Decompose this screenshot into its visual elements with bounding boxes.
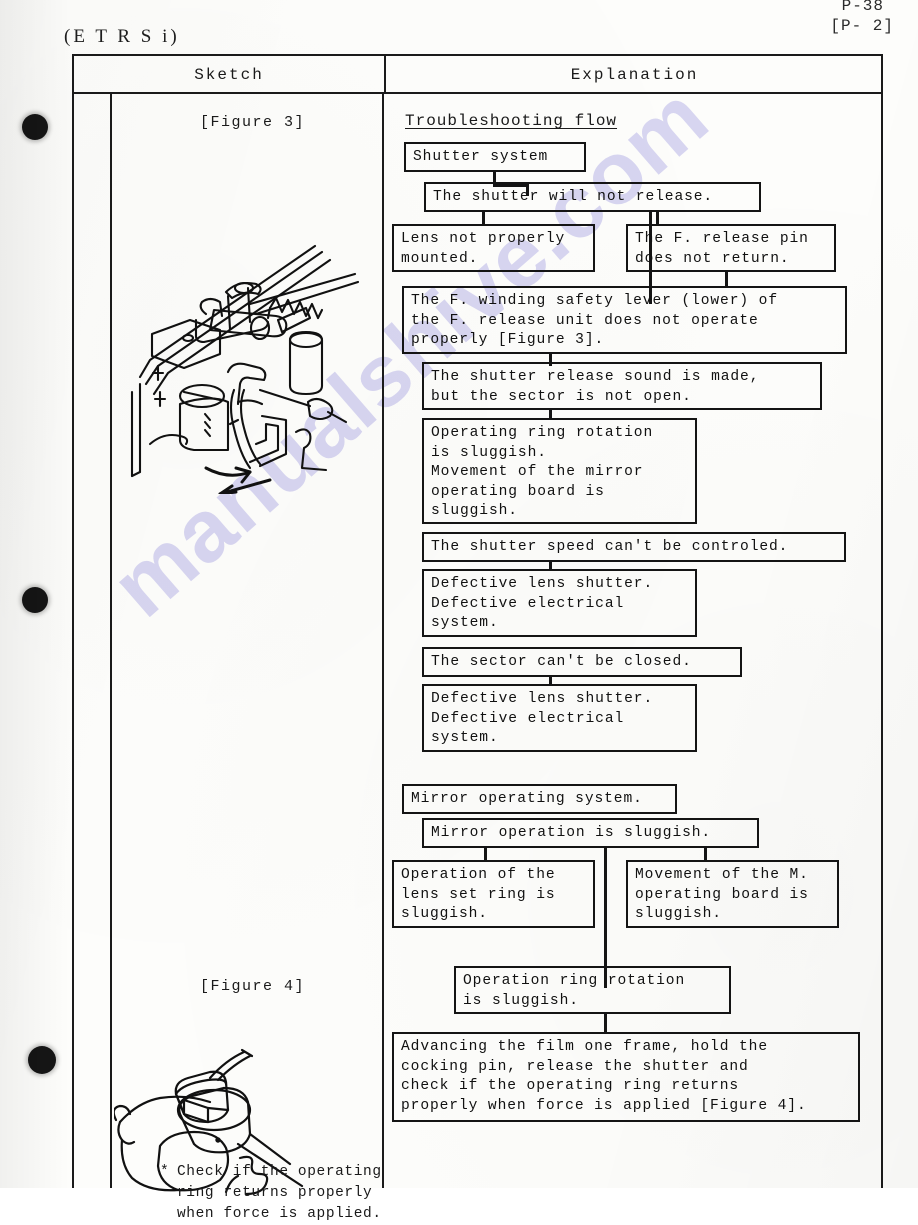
page-number-top: P-38 (841, 0, 884, 15)
flow-box-speed-not-controled: The shutter speed can't be controled. (422, 532, 846, 562)
column-header-sketch: Sketch (194, 66, 264, 84)
flow-box-defective-lens-2: Defective lens shutter. Defective electr… (422, 684, 697, 752)
flow-box-release-pin-no-return: The F. release pin does not return. (626, 224, 836, 272)
sketch-note-text: Check if the operating ring returns prop… (177, 1164, 382, 1222)
flow-box-sector-not-closed: The sector can't be closed. (422, 647, 742, 677)
punch-hole-icon (22, 114, 48, 140)
punch-hole-icon (22, 587, 48, 613)
scanned-page: manualshive.com P-38 [P- 2] (E T R S i) … (0, 0, 918, 1222)
column-header-explanation: Explanation (570, 66, 699, 84)
flow-box-operating-ring-sluggish: Operating ring rotation is sluggish. Mov… (422, 418, 697, 524)
figure-3-label: [Figure 3] (200, 114, 306, 131)
connector (604, 1014, 607, 1034)
manual-table: Sketch Explanation [Figure 3] [Figure 4]… (72, 54, 883, 1222)
flow-box-release-sound-no-sector: The shutter release sound is made, but t… (422, 362, 822, 410)
flow-box-advancing-film: Advancing the film one frame, hold the c… (392, 1032, 860, 1122)
flow-box-winding-safety-lever: The F. winding safety lever (lower) of t… (402, 286, 847, 354)
flow-box-defective-lens-1: Defective lens shutter. Defective electr… (422, 569, 697, 637)
flow-box-operation-ring-rot: Operation ring rotation is sluggish. (454, 966, 731, 1014)
sketch-note-bullet: * (160, 1164, 170, 1180)
flow-box-lens-not-mounted: Lens not properly mounted. (392, 224, 595, 272)
camera-model-code: (E T R S i) (64, 26, 180, 47)
punch-hole-icon (28, 1046, 56, 1074)
figure-3-drawing (130, 244, 360, 494)
table-body: [Figure 3] [Figure 4] * Check if the ope… (74, 94, 883, 1222)
flow-box-shutter-system: Shutter system (404, 142, 586, 172)
flow-box-mirror-operating-system: Mirror operating system. (402, 784, 677, 814)
column-divider (382, 94, 384, 1188)
sketch-note: * Check if the operating ring returns pr… (160, 1162, 390, 1225)
page-number-sub: [P- 2] (830, 17, 894, 35)
flow-box-lens-set-ring: Operation of the lens set ring is sluggi… (392, 860, 595, 928)
table-header-row: Sketch Explanation (74, 56, 881, 94)
sketch-column: [Figure 3] [Figure 4] * Check if the ope… (114, 94, 381, 1222)
figure-4-label: [Figure 4] (200, 978, 306, 995)
flow-box-m-operating-board: Movement of the M. operating board is sl… (626, 860, 839, 928)
flow-title: Troubleshooting flow (405, 112, 618, 130)
flow-box-shutter-not-release: The shutter will not release. (424, 182, 761, 212)
flow-box-mirror-op-sluggish: Mirror operation is sluggish. (422, 818, 759, 848)
explanation-column: Troubleshooting flow Shutter system The … (386, 94, 883, 1188)
